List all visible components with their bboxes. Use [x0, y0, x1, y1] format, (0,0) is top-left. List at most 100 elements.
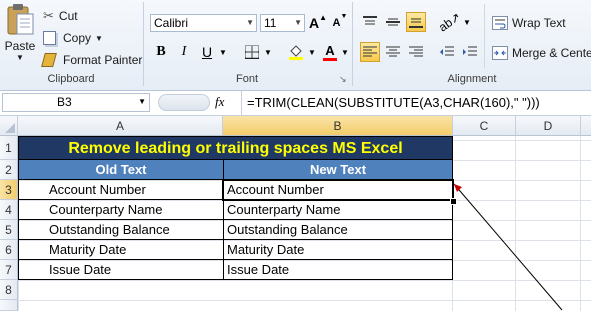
- insert-function-button[interactable]: fx: [215, 94, 224, 110]
- italic-label: I: [181, 44, 187, 59]
- scissors-icon: ✂: [43, 8, 54, 23]
- cut-label: Cut: [58, 9, 78, 23]
- fill-color-button[interactable]: [286, 42, 306, 62]
- underline-button[interactable]: U: [197, 42, 217, 62]
- chevron-down-icon[interactable]: ▼: [463, 18, 471, 27]
- row-header-5[interactable]: 5: [0, 220, 18, 240]
- shrink-font-button[interactable]: A ▼: [330, 13, 350, 33]
- font-group-label: Font: [235, 73, 258, 85]
- name-box[interactable]: B3 ▼: [2, 93, 150, 112]
- new-text-cell[interactable]: Issue Date: [223, 260, 453, 280]
- old-text-cell[interactable]: Issue Date: [18, 260, 224, 280]
- chevron-down-icon: ▼: [16, 53, 24, 62]
- fx-icon: fx: [215, 94, 225, 109]
- italic-button[interactable]: I: [174, 42, 194, 62]
- row-header-9[interactable]: [0, 300, 18, 311]
- chevron-down-icon[interactable]: ▼: [219, 48, 227, 57]
- align-center-button[interactable]: [383, 42, 403, 62]
- cut-button[interactable]: ✂ Cut: [43, 8, 78, 24]
- column-header-e[interactable]: [581, 116, 591, 136]
- decrease-indent-icon: [440, 46, 454, 56]
- shrink-font-icon: A: [332, 17, 341, 29]
- orientation-icon: ab↗: [436, 9, 464, 35]
- new-text-cell[interactable]: Maturity Date: [223, 240, 453, 260]
- alignment-group-label: Alignment: [447, 73, 497, 85]
- group-divider: [484, 4, 485, 68]
- borders-button[interactable]: [242, 42, 262, 62]
- font-color-icon: A: [325, 42, 335, 58]
- chevron-down-icon: ▼: [246, 18, 254, 27]
- new-text-cell[interactable]: Counterparty Name: [223, 200, 453, 220]
- column-header-d[interactable]: D: [516, 116, 581, 136]
- row-header-8[interactable]: 8: [0, 280, 18, 300]
- middle-align-button[interactable]: [383, 12, 403, 32]
- orientation-button[interactable]: ab↗: [436, 10, 463, 35]
- chevron-down-icon[interactable]: ▼: [341, 48, 349, 57]
- font-color-swatch: [323, 57, 337, 61]
- font-color-button[interactable]: A: [320, 42, 340, 62]
- bold-button[interactable]: B: [151, 42, 171, 62]
- column-header-a[interactable]: A: [18, 116, 223, 136]
- chevron-down-icon[interactable]: ▼: [308, 48, 316, 57]
- font-size-value: 11: [264, 16, 277, 30]
- divider: [241, 91, 242, 115]
- annotation-arrow-icon: [453, 183, 563, 311]
- merge-center-icon: [492, 46, 508, 60]
- format-painter-label: Format Painter: [63, 53, 143, 67]
- paint-bucket-icon: [289, 45, 303, 60]
- bottom-align-button[interactable]: [406, 12, 426, 32]
- align-bottom-icon: [409, 18, 423, 28]
- row-header-7[interactable]: 7: [0, 260, 18, 280]
- wrap-text-button[interactable]: Wrap Text: [492, 14, 566, 32]
- top-align-button[interactable]: [360, 12, 380, 32]
- arrow-down-icon: ▼: [340, 13, 348, 20]
- header-new-text[interactable]: New Text: [223, 160, 453, 180]
- bold-label: B: [156, 44, 166, 59]
- chevron-down-icon: ▼: [294, 18, 302, 27]
- ribbon: Paste ▼ ✂ Cut Copy ▼ Format Painter Clip…: [0, 0, 591, 91]
- align-top-icon: [363, 16, 377, 25]
- font-name-select[interactable]: Calibri ▼: [150, 14, 257, 32]
- new-text-cell[interactable]: Outstanding Balance: [223, 220, 453, 240]
- align-middle-icon: [386, 18, 400, 26]
- column-header-c[interactable]: C: [453, 116, 516, 136]
- underline-label: U: [201, 44, 213, 60]
- select-all-corner[interactable]: [0, 116, 18, 136]
- format-painter-button[interactable]: Format Painter: [41, 52, 143, 68]
- chevron-down-icon: ▼: [95, 33, 103, 43]
- increase-indent-button[interactable]: [460, 42, 480, 62]
- align-right-button[interactable]: [406, 42, 426, 62]
- old-text-cell[interactable]: Maturity Date: [18, 240, 224, 260]
- formula-bar-resize-handle[interactable]: [158, 94, 210, 111]
- old-text-cell[interactable]: Account Number: [18, 180, 224, 200]
- row-header-3[interactable]: 3: [0, 180, 18, 200]
- formula-input[interactable]: =TRIM(CLEAN(SUBSTITUTE(A3,CHAR(160)," ")…: [247, 95, 540, 110]
- grow-font-icon: A: [308, 15, 320, 31]
- title-cell[interactable]: Remove leading or trailing spaces MS Exc…: [18, 136, 453, 160]
- font-size-select[interactable]: 11 ▼: [260, 14, 305, 32]
- formula-bar: B3 ▼ fx =TRIM(CLEAN(SUBSTITUTE(A3,CHAR(1…: [0, 91, 591, 116]
- merge-center-button[interactable]: Merge & Center: [492, 44, 591, 62]
- header-old-text[interactable]: Old Text: [18, 160, 224, 180]
- dialog-launcher-icon[interactable]: ↘: [339, 74, 347, 85]
- row-header-2[interactable]: 2: [0, 160, 18, 180]
- align-left-icon: [363, 46, 377, 57]
- column-header-b[interactable]: B: [223, 116, 453, 136]
- row-header-6[interactable]: 6: [0, 240, 18, 260]
- copy-button[interactable]: Copy ▼: [43, 30, 103, 46]
- paste-button[interactable]: Paste ▼: [3, 2, 37, 68]
- copy-label: Copy: [63, 31, 92, 45]
- old-text-cell[interactable]: Outstanding Balance: [18, 220, 224, 240]
- decrease-indent-button[interactable]: [437, 42, 457, 62]
- row-header-4[interactable]: 4: [0, 200, 18, 220]
- wrap-text-label: Wrap Text: [512, 16, 566, 30]
- arrow-up-icon: ▲: [319, 13, 328, 22]
- clipboard-icon: [7, 4, 34, 35]
- align-left-button[interactable]: [360, 42, 380, 62]
- old-text-cell[interactable]: Counterparty Name: [18, 200, 224, 220]
- borders-icon: [245, 45, 259, 59]
- spreadsheet-grid: A B C D 1 2 3 4 5 6 7 8 Remove leading o…: [0, 116, 591, 311]
- grow-font-button[interactable]: A ▲: [308, 13, 328, 33]
- chevron-down-icon[interactable]: ▼: [264, 48, 272, 57]
- row-header-1[interactable]: 1: [0, 136, 18, 160]
